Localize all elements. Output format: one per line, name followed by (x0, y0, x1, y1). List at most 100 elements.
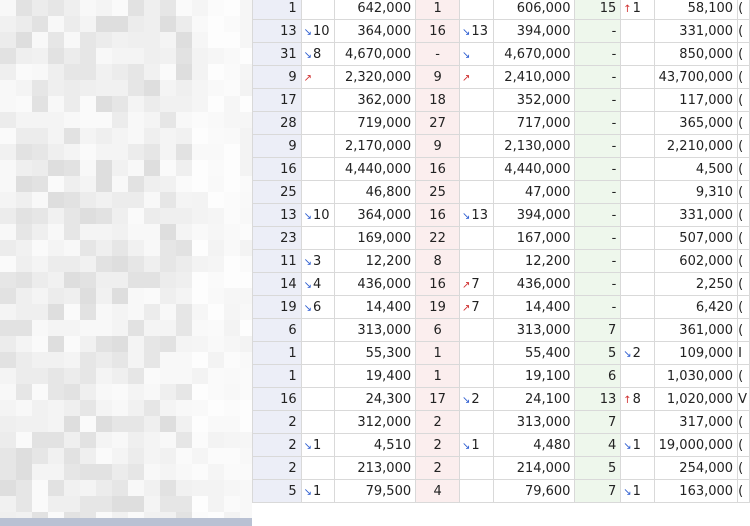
table-row[interactable]: 2 ↘1 4,510 2 ↘1 4,480 4 ↘1 19,000,000( (252, 433, 750, 457)
redaction-block (32, 336, 48, 352)
redaction-block (32, 448, 48, 464)
redaction-block (0, 352, 16, 368)
redaction-block (144, 176, 160, 192)
redaction-block (208, 272, 224, 288)
redaction-block (32, 352, 48, 368)
redaction-block (160, 64, 176, 80)
table-row[interactable]: 2 213,000 2 214,000 5 254,000( (252, 456, 750, 480)
table-row[interactable]: 9 2,170,000 9 2,130,000-2,210,000( (252, 134, 750, 158)
redaction-block (144, 368, 160, 384)
table-row[interactable]: 1 19,400 1 19,100 6 1,030,000( (252, 364, 750, 388)
rank-2: 18 (415, 88, 461, 112)
redaction-block (96, 192, 112, 208)
move-1 (300, 410, 336, 434)
redaction-block (16, 368, 32, 384)
value-3: 9,310 (653, 180, 739, 204)
table-row[interactable]: 31 ↘8 4,670,000- ↘ 4,670,000-850,000( (252, 42, 750, 66)
redaction-block (224, 224, 240, 240)
table-row[interactable]: 11 ↘3 12,200 8 12,200-602,000( (252, 249, 750, 273)
redaction-block (240, 336, 252, 352)
horizontal-scrollbar[interactable] (0, 518, 252, 526)
trend-down-icon: ↘ (303, 26, 313, 38)
table-row[interactable]: 9 ↗ 2,320,000 9 ↗ 2,410,000-43,700,000( (252, 65, 750, 89)
table-row[interactable]: 14 ↘4 436,000 16 ↗7 436,000-2,250( (252, 272, 750, 296)
redaction-block (80, 352, 96, 368)
redaction-block (80, 448, 96, 464)
table-row[interactable]: 13 ↘10 364,000 16 ↘13 394,000-331,000( (252, 203, 750, 227)
rank-3: 7 (574, 479, 622, 503)
redaction-block (192, 240, 208, 256)
redaction-block (176, 112, 192, 128)
redaction-block (192, 208, 208, 224)
redaction-block (64, 368, 80, 384)
table-row[interactable]: 19 ↘6 14,400 19 ↗7 14,400-6,420( (252, 295, 750, 319)
redaction-block (192, 160, 208, 176)
rank-3: 7 (574, 410, 622, 434)
table-row[interactable]: 17 362,000 18 352,000- 117,000( (252, 88, 750, 112)
redaction-block (144, 448, 160, 464)
table-row[interactable]: 25 46,800 25 47,000-9,310( (252, 180, 750, 204)
rank-3: 7 (574, 318, 622, 342)
redaction-block (224, 176, 240, 192)
redaction-block (224, 432, 240, 448)
trend-down-icon: ↘ (303, 486, 313, 498)
trend-down-icon: ↘ (303, 440, 313, 452)
table-row[interactable]: 13 ↘10 364,000 16 ↘13 394,000-331,000( (252, 19, 750, 43)
redaction-block (128, 464, 144, 480)
redaction-block (208, 112, 224, 128)
redaction-block (208, 144, 224, 160)
table-row[interactable]: 16 24,300 17 ↘2 24,100 13 ↑8 1,020,000 V (252, 387, 750, 411)
value-3: 117,000 (653, 88, 739, 112)
redaction-block (128, 304, 144, 320)
redaction-block (64, 128, 80, 144)
table-row[interactable]: 16 4,440,000 16 4,440,000-4,500( (252, 157, 750, 181)
redaction-block (176, 128, 192, 144)
redaction-block (240, 256, 252, 272)
redaction-block (96, 384, 112, 400)
redaction-block (144, 208, 160, 224)
trend-down-icon: ↘ (623, 348, 632, 360)
value-2: 4,670,000 (492, 42, 576, 66)
redaction-block (128, 480, 144, 496)
value-2: 79,600 (492, 479, 576, 503)
table-row[interactable]: 6 313,000 6 313,000 7 361,000( (252, 318, 750, 342)
trend-down-icon: ↘ (623, 440, 632, 452)
redaction-block (32, 288, 48, 304)
redaction-block (224, 192, 240, 208)
value-2: 717,000 (492, 111, 576, 135)
table-row[interactable]: 2 312,000 2 313,000 7 317,000( (252, 410, 750, 434)
redacted-keyword-column (0, 0, 252, 526)
table-row[interactable]: 28 719,000 27 717,000- 365,000( (252, 111, 750, 135)
redaction-block (144, 416, 160, 432)
table-row[interactable]: 5 ↘1 79,500 4 79,600 7 ↘1 163,000( (252, 479, 750, 503)
value-2: 214,000 (492, 456, 576, 480)
redaction-block (240, 192, 252, 208)
move-1: ↘1 (300, 433, 336, 457)
trend-change: 1 (632, 0, 641, 16)
table-row[interactable]: 1 642,000 1 606,000 15 ↑1 58,100( (252, 0, 750, 20)
redaction-block (160, 272, 176, 288)
redaction-block (112, 144, 128, 160)
redaction-block (224, 80, 240, 96)
redaction-block (96, 320, 112, 336)
rank-2: 25 (415, 180, 461, 204)
table-row[interactable]: 23 169,000 22 167,000- 507,000( (252, 226, 750, 250)
rank-1: 6 (252, 318, 302, 342)
redaction-block (208, 256, 224, 272)
redaction-block (160, 16, 176, 32)
redaction-block (208, 176, 224, 192)
redaction-block (112, 240, 128, 256)
table-row[interactable]: 1 55,300 1 55,400 5 ↘2 109,000 I (252, 341, 750, 365)
redaction-block (96, 160, 112, 176)
redaction-block (16, 448, 32, 464)
redaction-block (240, 464, 252, 480)
redaction-block (144, 384, 160, 400)
value-3: 4,500 (653, 157, 739, 181)
redaction-block (176, 32, 192, 48)
rank-2: 17 (415, 387, 461, 411)
redaction-block (64, 288, 80, 304)
redaction-block (96, 144, 112, 160)
rank-1: 17 (252, 88, 302, 112)
trend-down-icon: ↘ (303, 256, 313, 268)
redaction-block (224, 304, 240, 320)
